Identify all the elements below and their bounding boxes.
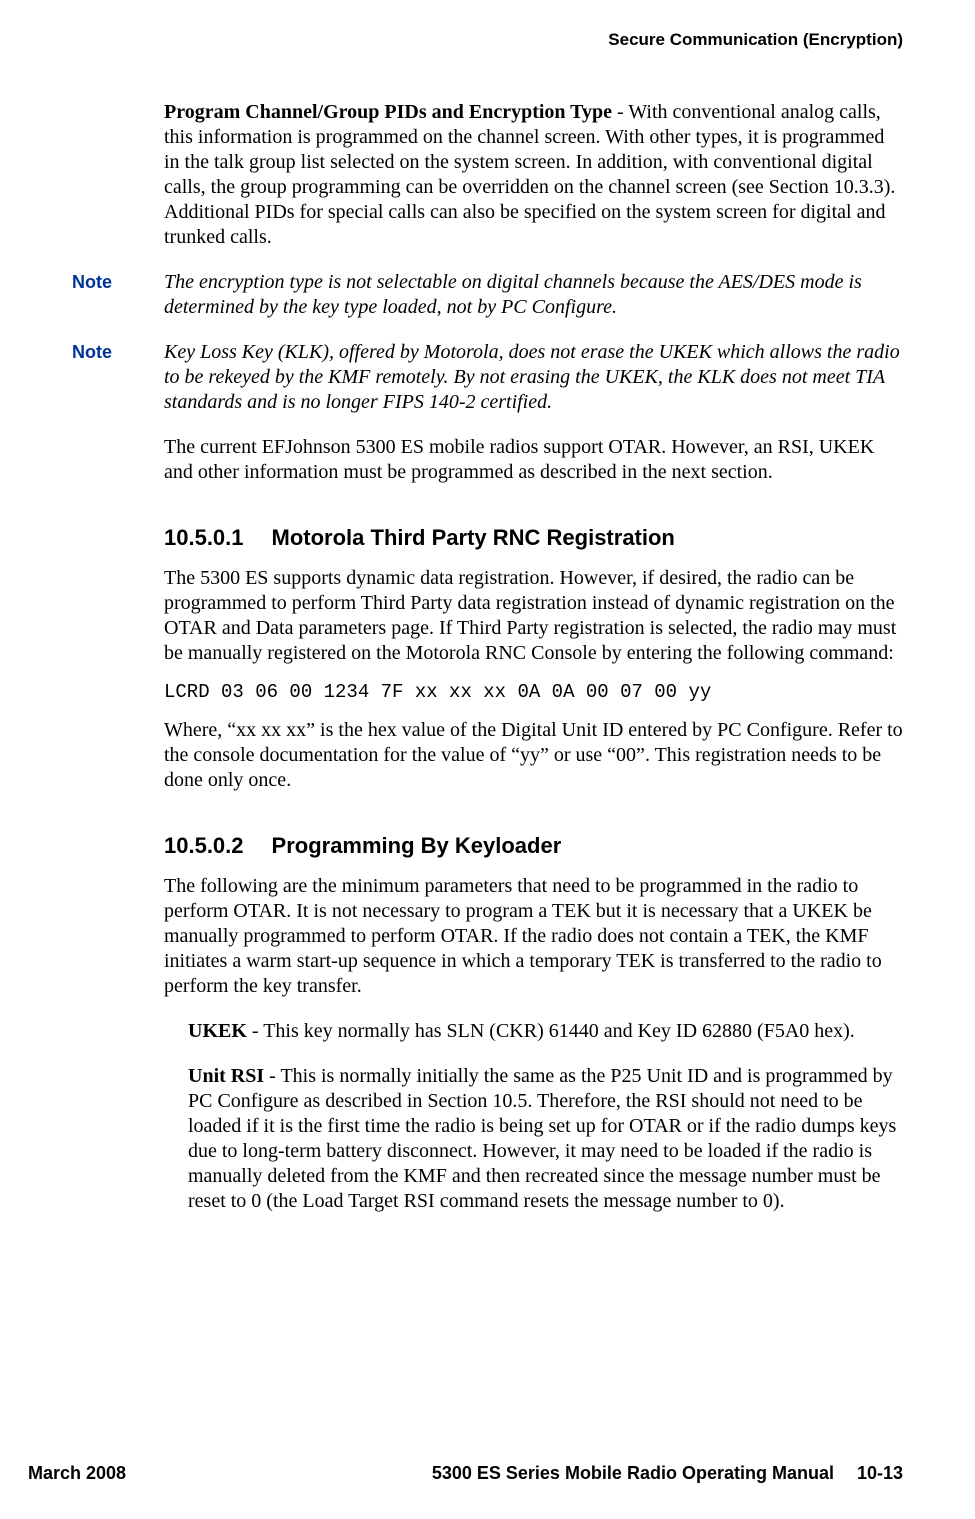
header-section-title: Secure Communication (Encryption) (608, 30, 903, 49)
section-heading: 10.5.0.2 Programming By Keyloader (164, 833, 903, 859)
definition-body: - This key normally has SLN (CKR) 61440 … (247, 1020, 855, 1042)
definition-item: Unit RSI - This is normally initially th… (188, 1064, 903, 1214)
term-body: - With conventional analog calls, this i… (164, 101, 895, 248)
term-heading: Program Channel/Group PIDs and Encryptio… (164, 101, 612, 123)
definition-term: UKEK (188, 1020, 247, 1042)
code-command: LCRD 03 06 00 1234 7F xx xx xx 0A 0A 00 … (164, 681, 903, 703)
note-block: Note The encryption type is not selectab… (164, 270, 903, 320)
heading-number: 10.5.0.1 (164, 525, 244, 550)
heading-title: Motorola Third Party RNC Registration (272, 525, 675, 550)
definition-item: UKEK - This key normally has SLN (CKR) 6… (188, 1019, 903, 1044)
section-heading: 10.5.0.1 Motorola Third Party RNC Registr… (164, 525, 903, 551)
footer-manual-page: 5300 ES Series Mobile Radio Operating Ma… (432, 1463, 903, 1484)
paragraph: Where, “xx xx xx” is the hex value of th… (164, 718, 903, 793)
heading-title: Programming By Keyloader (272, 833, 562, 858)
main-content: Program Channel/Group PIDs and Encryptio… (164, 100, 903, 1214)
paragraph: The following are the minimum parameters… (164, 874, 903, 999)
heading-number: 10.5.0.2 (164, 833, 244, 858)
page-footer: March 2008 5300 ES Series Mobile Radio O… (28, 1463, 903, 1484)
note-text: The encryption type is not selectable on… (164, 270, 903, 320)
footer-date: March 2008 (28, 1463, 126, 1484)
page-header: Secure Communication (Encryption) (72, 30, 903, 50)
definition-term: Unit RSI (188, 1065, 264, 1087)
definition-body: - This is normally initially the same as… (188, 1065, 896, 1212)
note-block: Note Key Loss Key (KLK), offered by Moto… (164, 340, 903, 415)
note-label: Note (72, 270, 164, 320)
document-page: Secure Communication (Encryption) Progra… (0, 0, 975, 1519)
paragraph: The 5300 ES supports dynamic data regist… (164, 566, 903, 666)
note-text: Key Loss Key (KLK), offered by Motorola,… (164, 340, 903, 415)
paragraph: The current EFJohnson 5300 ES mobile rad… (164, 435, 903, 485)
paragraph: Program Channel/Group PIDs and Encryptio… (164, 100, 903, 250)
note-label: Note (72, 340, 164, 415)
